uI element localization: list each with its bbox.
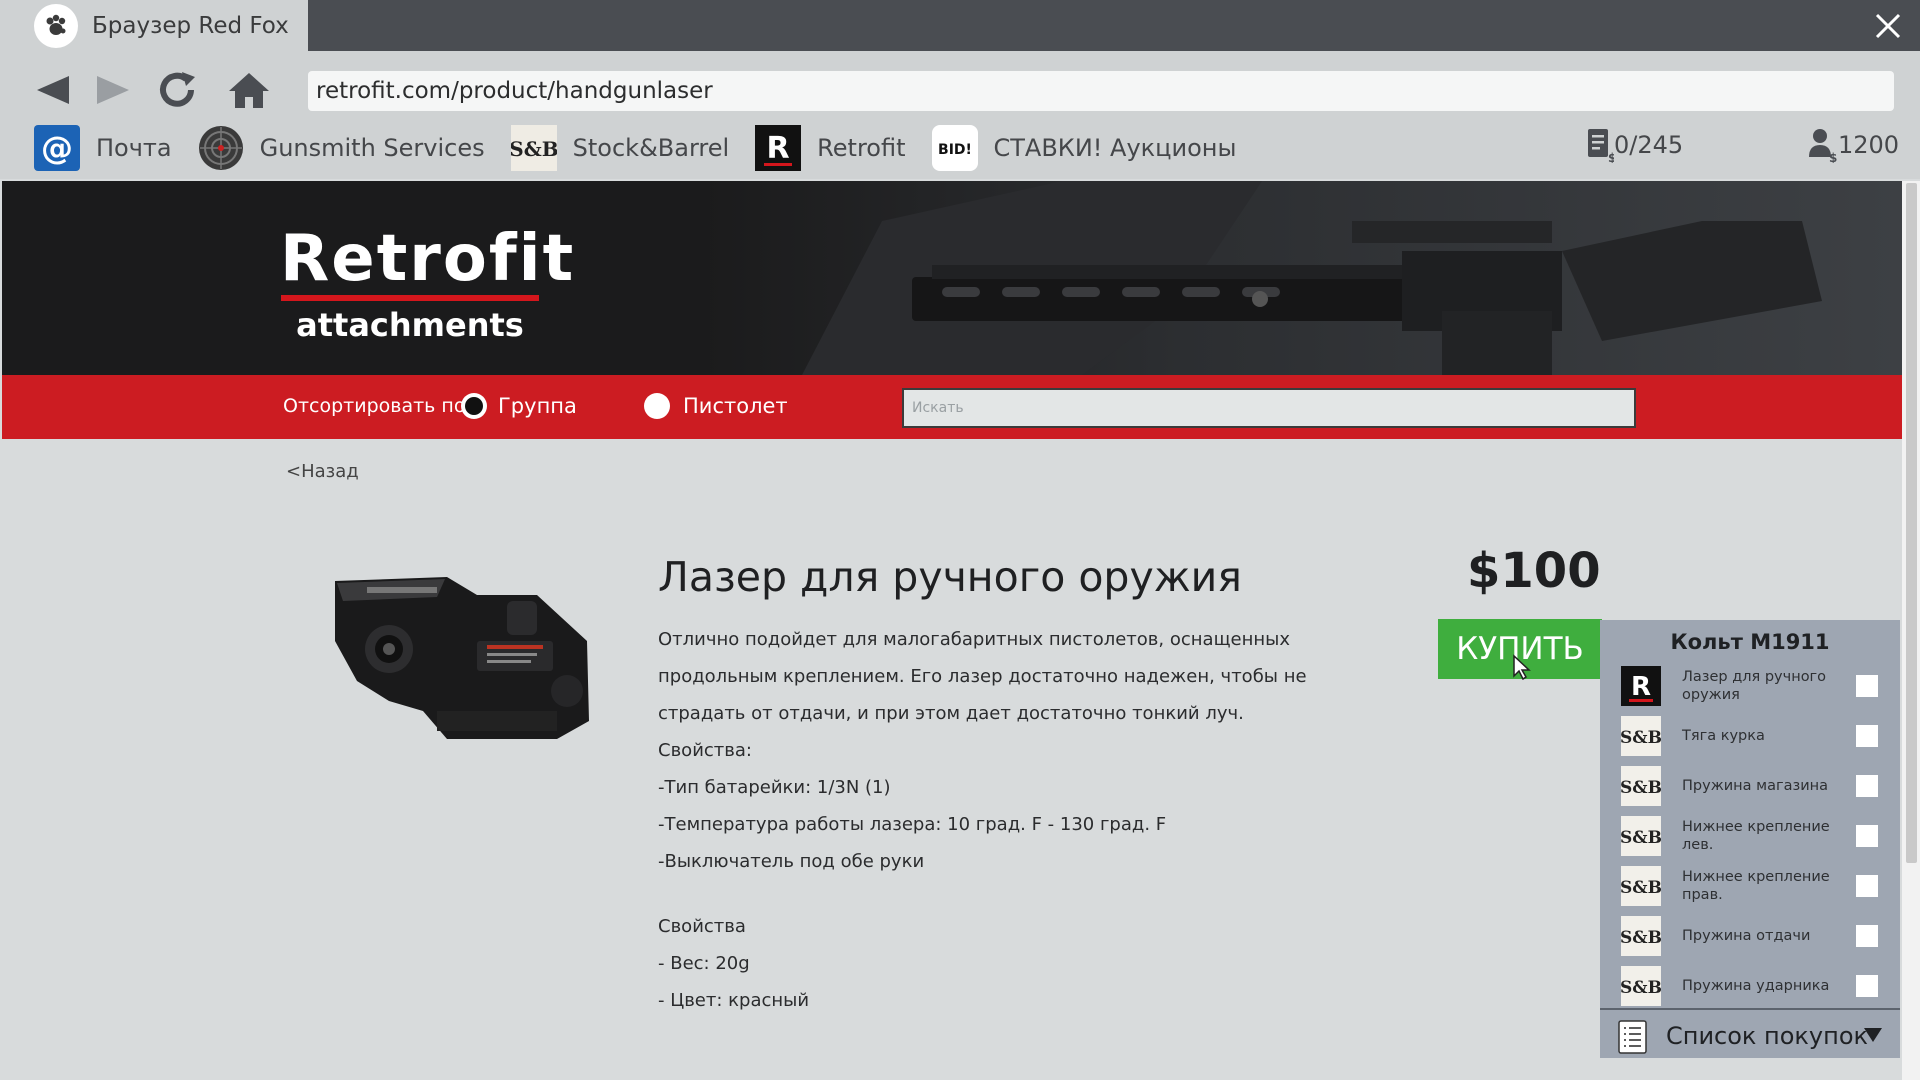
svg-text:S&B: S&B bbox=[1621, 728, 1661, 748]
shopping-list-toggle[interactable]: Список покупок bbox=[1600, 1008, 1900, 1058]
bookmark-stock-barrel[interactable]: S&B Stock&Barrel bbox=[510, 125, 729, 171]
panel-item[interactable]: S&B Нижнее крепление прав. bbox=[1600, 862, 1900, 910]
address-bar[interactable]: retrofit.com/product/handgunlaser bbox=[308, 71, 1894, 111]
mouse-cursor-icon bbox=[1513, 654, 1531, 680]
panel-item[interactable]: S&B Пружина ударника bbox=[1600, 962, 1900, 1010]
money-counter[interactable]: $ 1200 bbox=[1808, 127, 1899, 163]
user-money-icon: $ bbox=[1809, 129, 1837, 163]
title-bar: Браузер Red Fox bbox=[0, 0, 1920, 51]
retrofit-r-icon: R bbox=[1621, 666, 1661, 706]
property-line: - Цвет: красный bbox=[658, 990, 810, 1011]
close-icon[interactable] bbox=[1868, 6, 1908, 46]
svg-text:BID!: BID! bbox=[938, 142, 972, 158]
item-checkbox[interactable] bbox=[1856, 725, 1878, 747]
sb-logo-icon: S&B bbox=[1621, 716, 1661, 756]
svg-text:@: @ bbox=[41, 129, 73, 167]
filter-bar: Отсортировать по: Группа Пистолет bbox=[2, 375, 1902, 439]
rifle-banner-image bbox=[702, 181, 1902, 375]
panel-item[interactable]: R Лазер для ручного оружия bbox=[1600, 662, 1900, 710]
fox-paw-icon bbox=[34, 3, 78, 48]
svg-text:S&B: S&B bbox=[1621, 928, 1661, 948]
bookmark-auctions[interactable]: BID! СТАВКИ! Аукционы bbox=[931, 125, 1236, 171]
bookmarks-bar: @ Почта Gunsmith Services S&B Stock&Barr… bbox=[34, 123, 1262, 173]
description-line: -Выключатель под обе руки bbox=[658, 851, 925, 872]
panel-item[interactable]: S&B Пружина отдачи bbox=[1600, 912, 1900, 960]
svg-text:S&B: S&B bbox=[1621, 778, 1661, 798]
item-checkbox[interactable] bbox=[1856, 975, 1878, 997]
bookmark-gunsmith[interactable]: Gunsmith Services bbox=[198, 125, 485, 171]
property-line: Свойства bbox=[658, 916, 746, 937]
orders-icon: $ bbox=[1588, 129, 1614, 163]
search-input[interactable] bbox=[902, 388, 1636, 428]
bid-icon: BID! bbox=[931, 125, 978, 171]
sb-logo-icon: S&B bbox=[1621, 866, 1661, 906]
item-checkbox[interactable] bbox=[1856, 825, 1878, 847]
page-scrollbar[interactable] bbox=[1902, 181, 1920, 1080]
property-line: - Вес: 20g bbox=[658, 953, 750, 974]
item-checkbox[interactable] bbox=[1856, 775, 1878, 797]
item-checkbox[interactable] bbox=[1856, 925, 1878, 947]
description-line: -Тип батарейки: 1/3N (1) bbox=[658, 777, 891, 798]
bookmark-mail[interactable]: @ Почта bbox=[34, 125, 172, 171]
svg-text:S&B: S&B bbox=[1621, 828, 1661, 848]
svg-text:R: R bbox=[767, 131, 790, 166]
laser-product-image bbox=[335, 577, 589, 739]
home-icon[interactable] bbox=[226, 67, 272, 113]
sb-logo-icon: S&B bbox=[1621, 966, 1661, 1006]
panel-item[interactable]: S&B Тяга курка bbox=[1600, 712, 1900, 760]
product-price: $100 bbox=[1467, 543, 1601, 599]
sb-logo-icon: S&B bbox=[1621, 816, 1661, 856]
tab-title: Браузер Red Fox bbox=[92, 12, 289, 39]
panel-item[interactable]: S&B Нижнее крепление лев. bbox=[1600, 812, 1900, 860]
svg-text:R: R bbox=[1631, 672, 1651, 702]
retrofit-logo[interactable]: Retrofit attachments bbox=[280, 227, 573, 343]
item-checkbox[interactable] bbox=[1856, 675, 1878, 697]
radio-pistol-label[interactable]: Пистолет bbox=[683, 394, 788, 418]
panel-title: Кольт M1911 bbox=[1670, 630, 1830, 654]
panel-item[interactable]: S&B Пружина магазина bbox=[1600, 762, 1900, 810]
product-title: Лазер для ручного оружия bbox=[658, 553, 1242, 601]
back-arrow-icon[interactable] bbox=[30, 67, 76, 113]
forward-arrow-icon[interactable] bbox=[90, 67, 136, 113]
radio-group[interactable] bbox=[461, 393, 487, 419]
browser-tab[interactable]: Браузер Red Fox bbox=[0, 0, 308, 51]
scroll-thumb[interactable] bbox=[1906, 183, 1917, 863]
svg-text:S&B: S&B bbox=[1621, 878, 1661, 898]
reload-icon[interactable] bbox=[154, 67, 200, 113]
mail-at-icon: @ bbox=[34, 125, 80, 171]
radio-group-label[interactable]: Группа bbox=[498, 394, 577, 418]
nav-bar: retrofit.com/product/handgunlaser @ Почт… bbox=[0, 51, 1920, 179]
svg-text:S&B: S&B bbox=[1621, 978, 1661, 998]
svg-text:S&B: S&B bbox=[511, 137, 557, 161]
checklist-icon bbox=[1618, 1020, 1647, 1054]
chevron-left-icon: < bbox=[286, 461, 302, 482]
hero-banner: Retrofit attachments bbox=[2, 181, 1902, 375]
orders-counter[interactable]: $ 0/245 bbox=[1586, 127, 1683, 163]
sb-logo-icon: S&B bbox=[510, 125, 557, 171]
product-description: Отлично подойдет для малогабаритных пист… bbox=[658, 621, 1318, 1019]
retrofit-r-icon: R bbox=[755, 125, 802, 171]
item-checkbox[interactable] bbox=[1856, 875, 1878, 897]
description-text: Отлично подойдет для малогабаритных пист… bbox=[658, 629, 1307, 724]
bookmark-retrofit[interactable]: R Retrofit bbox=[755, 125, 906, 171]
radio-pistol[interactable] bbox=[644, 393, 670, 419]
sb-logo-icon: S&B bbox=[1621, 766, 1661, 806]
back-link[interactable]: <Назад bbox=[286, 461, 359, 482]
svg-text:$: $ bbox=[1829, 151, 1837, 163]
description-line: Свойства: bbox=[658, 740, 752, 761]
description-line: -Температура работы лазера: 10 град. F -… bbox=[658, 814, 1167, 835]
build-panel: Кольт M1911 R Лазер для ручного оружия S… bbox=[1600, 620, 1900, 1058]
target-icon bbox=[198, 125, 244, 171]
sb-logo-icon: S&B bbox=[1621, 916, 1661, 956]
chevron-down-icon bbox=[1864, 1028, 1882, 1042]
sort-label: Отсортировать по: bbox=[283, 395, 472, 417]
